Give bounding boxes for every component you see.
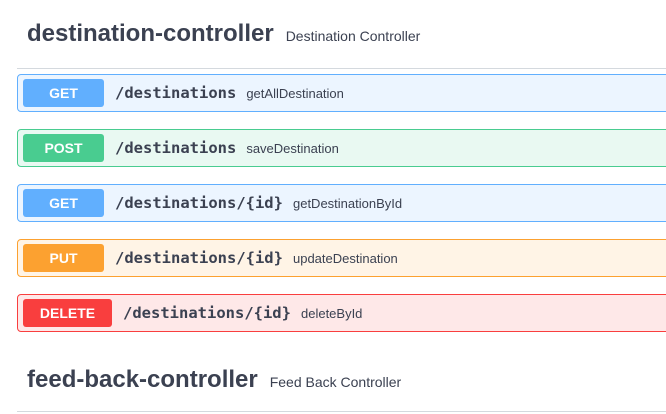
section-header-destination-controller[interactable]: destination-controller Destination Contr… [27,20,420,48]
operation-put-destination-by-id[interactable]: PUT /destinations/{id} updateDestination [17,239,666,277]
operation-delete-by-id[interactable]: DELETE /destinations/{id} deleteById [17,294,666,332]
operation-summary: updateDestination [292,250,398,266]
method-badge-get: GET [23,79,104,107]
method-badge-get: GET [23,189,104,217]
section-divider [17,411,666,412]
operation-post-destinations[interactable]: POST /destinations saveDestination [17,129,666,167]
operation-path: /destinations [115,139,237,157]
section-header-feed-back-controller[interactable]: feed-back-controller Feed Back Controlle… [27,366,401,394]
method-badge-post: POST [23,134,104,162]
operation-summary: getAllDestination [246,85,344,101]
method-badge-put: PUT [23,244,104,272]
section-divider [17,68,666,69]
operation-path: /destinations/{id} [115,194,283,212]
method-badge-delete: DELETE [23,299,112,327]
operation-get-destinations[interactable]: GET /destinations getAllDestination [17,74,666,112]
section-title: feed-back-controller [27,366,258,393]
section-description: Feed Back Controller [269,374,402,390]
operation-get-destination-by-id[interactable]: GET /destinations/{id} getDestinationByI… [17,184,666,222]
operation-path: /destinations/{id} [123,304,291,322]
operation-summary: getDestinationById [292,195,403,211]
section-description: Destination Controller [285,28,421,44]
operation-summary: deleteById [300,305,363,321]
operation-path: /destinations [115,84,237,102]
operation-path: /destinations/{id} [115,249,283,267]
section-title: destination-controller [27,20,274,47]
operation-summary: saveDestination [246,140,339,156]
